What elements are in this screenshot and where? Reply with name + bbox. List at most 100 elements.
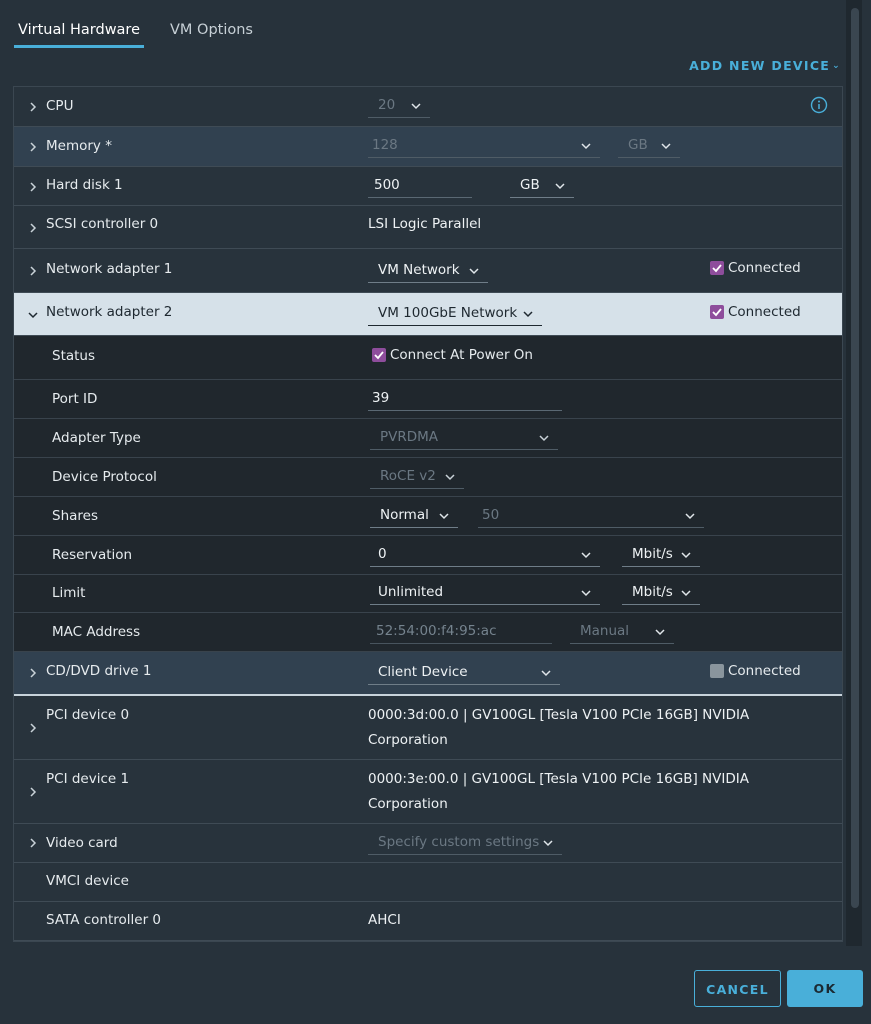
chevron-down-icon (554, 180, 566, 192)
row-limit: Limit Unlimited Mbit/s (14, 575, 843, 613)
cpu-select[interactable]: 20 (368, 94, 430, 118)
chevron-right-icon[interactable] (27, 837, 39, 849)
chevron-down-icon (680, 587, 692, 599)
chevron-down-icon (468, 265, 480, 277)
limit-value: Unlimited (378, 584, 443, 600)
reservation-label: Reservation (52, 547, 132, 563)
row-scsi-controller: SCSI controller 0 LSI Logic Parallel (14, 206, 843, 249)
port-id-label: Port ID (52, 391, 97, 407)
port-id-value: 39 (372, 390, 389, 406)
row-adapter-type: Adapter Type PVRDMA (14, 419, 843, 458)
memory-label: Memory * (46, 138, 112, 154)
network-adapter-1-connected-label: Connected (728, 260, 801, 276)
cpu-value: 20 (378, 97, 395, 113)
chevron-right-icon[interactable] (27, 101, 39, 113)
chevron-right-icon[interactable] (27, 786, 39, 798)
memory-unit-select[interactable]: GB (618, 134, 680, 158)
reservation-select[interactable]: 0 (370, 543, 600, 567)
chevron-down-icon (580, 140, 592, 152)
row-hard-disk: Hard disk 1 500 GB (14, 167, 843, 206)
row-vmci-device: VMCI device (14, 863, 843, 902)
scrollbar-thumb[interactable] (851, 8, 859, 908)
chevron-right-icon[interactable] (27, 181, 39, 193)
row-sata-controller: SATA controller 0 AHCI (14, 902, 843, 941)
limit-select[interactable]: Unlimited (370, 581, 600, 605)
cd-dvd-drive-connected-label: Connected (728, 663, 801, 679)
memory-value: 128 (372, 137, 398, 153)
connect-at-power-on-checkbox[interactable] (372, 348, 386, 362)
device-protocol-select[interactable]: RoCE v2 (370, 465, 464, 489)
network-adapter-2-connected-checkbox[interactable] (710, 305, 724, 319)
shares-level-select[interactable]: Normal (370, 504, 458, 528)
row-network-adapter-1: Network adapter 1 VM Network Connected (14, 249, 843, 293)
cd-dvd-drive-select[interactable]: Client Device (368, 661, 560, 685)
mac-address-input[interactable]: 52:54:00:f4:95:ac (370, 620, 552, 644)
shares-amount-select[interactable]: 50 (478, 504, 704, 528)
connect-at-power-on-label: Connect At Power On (390, 347, 533, 363)
limit-unit-select[interactable]: Mbit/s (622, 581, 700, 605)
video-card-select[interactable]: Specify custom settings (368, 831, 562, 855)
chevron-right-icon[interactable] (27, 722, 39, 734)
sata-controller-value: AHCI (368, 912, 401, 928)
chevron-down-icon[interactable] (27, 309, 39, 321)
pci-device-0-value-line2: Corporation (368, 732, 448, 748)
row-cd-dvd-drive: CD/DVD drive 1 Client Device Connected (14, 652, 843, 696)
chevron-down-icon (680, 549, 692, 561)
scsi-label: SCSI controller 0 (46, 216, 158, 232)
reservation-unit-select[interactable]: Mbit/s (622, 543, 700, 567)
row-mac-address: MAC Address 52:54:00:f4:95:ac Manual (14, 613, 843, 652)
shares-amount-value: 50 (482, 507, 499, 523)
chevron-down-icon (660, 140, 672, 152)
mac-address-value: 52:54:00:f4:95:ac (376, 623, 497, 639)
adapter-type-select[interactable]: PVRDMA (370, 426, 558, 450)
chevron-down-icon (410, 100, 422, 112)
row-network-adapter-2: Network adapter 2 VM 100GbE Network Conn… (14, 293, 843, 336)
cd-dvd-drive-connected-checkbox[interactable] (710, 664, 724, 678)
port-id-input[interactable]: 39 (368, 387, 562, 411)
mac-address-mode-select[interactable]: Manual (570, 620, 674, 644)
ok-button[interactable]: OK (787, 970, 863, 1007)
row-pci-device-1: PCI device 1 0000:3e:00.0 | GV100GL [Tes… (14, 760, 843, 824)
network-adapter-2-select[interactable]: VM 100GbE Network (368, 302, 542, 326)
device-protocol-label: Device Protocol (52, 469, 157, 485)
memory-unit: GB (628, 137, 648, 153)
hard-disk-size-input[interactable]: 500 (368, 174, 472, 198)
network-adapter-1-connected-checkbox[interactable] (710, 261, 724, 275)
video-card-label: Video card (46, 835, 118, 851)
pci-device-1-label: PCI device 1 (46, 771, 129, 787)
add-new-device-button[interactable]: ADD NEW DEVICE⌄ (689, 58, 841, 73)
row-video-card: Video card Specify custom settings (14, 824, 843, 863)
adapter-type-label: Adapter Type (52, 430, 141, 446)
chevron-down-icon (542, 837, 554, 849)
hard-disk-unit: GB (520, 177, 540, 193)
cancel-button[interactable]: CANCEL (694, 970, 781, 1007)
sata-controller-label: SATA controller 0 (46, 912, 161, 928)
tab-virtual-hardware[interactable]: Virtual Hardware (14, 0, 144, 48)
row-pci-device-0: PCI device 0 0000:3d:00.0 | GV100GL [Tes… (14, 696, 843, 760)
network-adapter-2-value: VM 100GbE Network (378, 305, 517, 321)
info-icon[interactable] (810, 96, 828, 114)
pci-device-0-label: PCI device 0 (46, 707, 129, 723)
chevron-right-icon[interactable] (27, 222, 39, 234)
chevron-right-icon[interactable] (27, 667, 39, 679)
cpu-label: CPU (46, 98, 73, 114)
chevron-right-icon[interactable] (27, 265, 39, 277)
adapter-type-value: PVRDMA (380, 429, 438, 445)
video-card-value: Specify custom settings (378, 834, 539, 850)
shares-level-value: Normal (380, 507, 429, 523)
network-adapter-1-select[interactable]: VM Network (368, 259, 488, 283)
hard-disk-size-value: 500 (374, 177, 400, 193)
chevron-down-icon (538, 432, 550, 444)
tab-vm-options[interactable]: VM Options (166, 0, 257, 48)
pci-device-1-value-line1: 0000:3e:00.0 | GV100GL [Tesla V100 PCIe … (368, 771, 749, 787)
row-shares: Shares Normal 50 (14, 497, 843, 536)
memory-select[interactable]: 128 (368, 134, 600, 158)
device-protocol-value: RoCE v2 (380, 468, 436, 484)
chevron-right-icon[interactable] (27, 141, 39, 153)
network-adapter-2-connected-label: Connected (728, 304, 801, 320)
hard-disk-unit-select[interactable]: GB (510, 174, 574, 198)
hardware-table: CPU 20 Memory * 128 GB Hard disk 1 500 G… (13, 86, 843, 942)
row-cpu: CPU 20 (14, 87, 843, 127)
hard-disk-label: Hard disk 1 (46, 177, 123, 193)
pci-device-0-value-line1: 0000:3d:00.0 | GV100GL [Tesla V100 PCIe … (368, 707, 749, 723)
